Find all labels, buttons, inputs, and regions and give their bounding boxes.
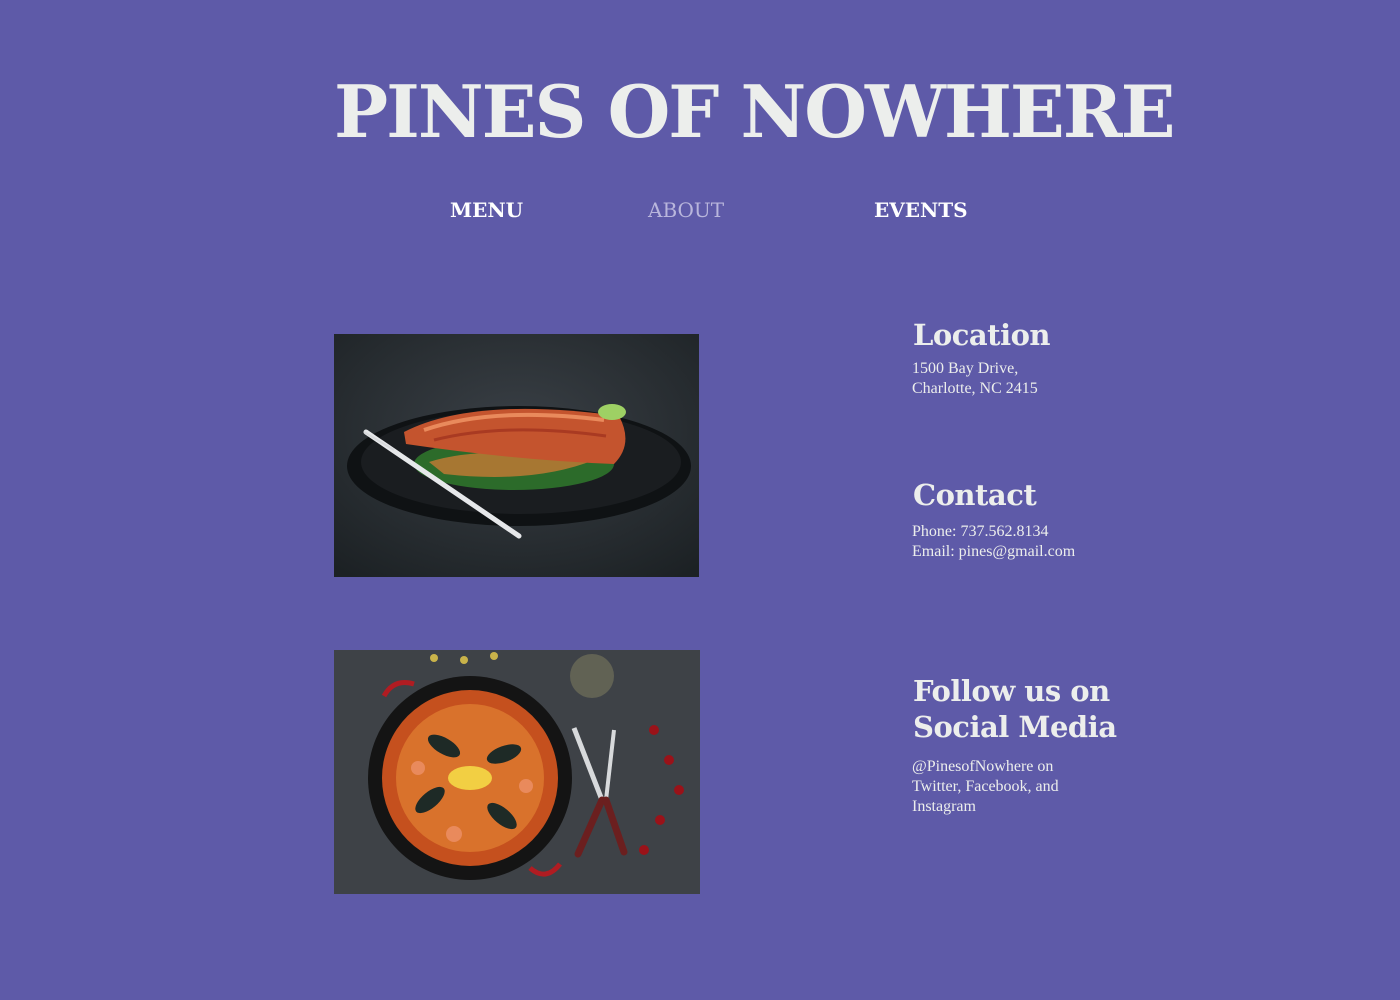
- nav-link-about[interactable]: ABOUT: [648, 197, 724, 223]
- site-title: PINES OF NOWHERE: [334, 69, 1176, 154]
- location-heading: Location: [913, 318, 1051, 352]
- social-text-line-3: Instagram: [912, 798, 976, 815]
- contact-phone: Phone: 737.562.8134: [912, 523, 1049, 540]
- address-line-2: Charlotte, NC 2415: [912, 380, 1038, 397]
- social-text-line-1: @PinesofNowhere on: [912, 758, 1054, 775]
- paella-dish-photo: [334, 650, 700, 894]
- social-heading-line-2: Social Media: [913, 710, 1117, 744]
- social-handles: @PinesofNowhere on Twitter, Facebook, an…: [912, 757, 1112, 817]
- social-text-line-2: Twitter, Facebook, and: [912, 778, 1059, 795]
- social-heading: Follow us on Social Media: [913, 673, 1133, 745]
- nav-link-events[interactable]: EVENTS: [874, 197, 968, 223]
- social-heading-line-1: Follow us on: [913, 674, 1110, 708]
- salmon-dish-photo: [334, 334, 699, 577]
- nav-link-menu[interactable]: MENU: [450, 197, 523, 223]
- contact-email: Email: pines@gmail.com: [912, 543, 1076, 560]
- location-address: 1500 Bay Drive, Charlotte, NC 2415: [912, 359, 1038, 399]
- contact-heading: Contact: [913, 478, 1037, 512]
- address-line-1: 1500 Bay Drive,: [912, 360, 1019, 377]
- contact-details: Phone: 737.562.8134 Email: pines@gmail.c…: [912, 522, 1075, 562]
